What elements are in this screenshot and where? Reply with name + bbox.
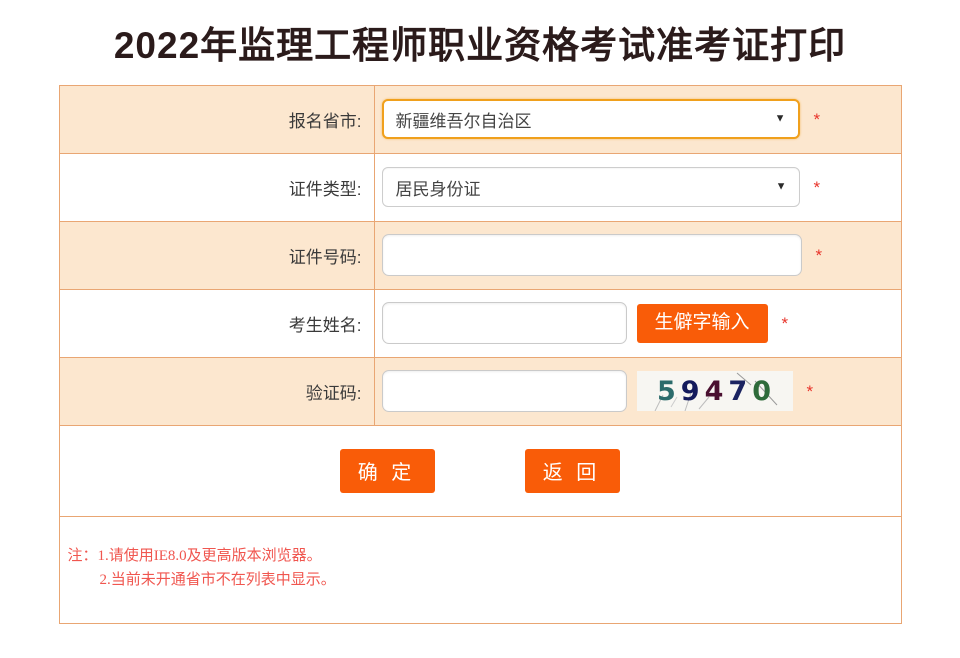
actions-cell: 确 定 返 回 [58, 424, 902, 517]
captcha-digit: 7 [728, 375, 749, 407]
captcha-input[interactable] [381, 370, 627, 413]
note-province-availability: 2.当前未开通省市不在列表中显示。 [99, 571, 336, 588]
label-credential-number: 证件号码: [58, 220, 375, 290]
chevron-down-icon: ▼ [775, 180, 787, 193]
label-candidate-name: 考生姓名: [58, 288, 375, 358]
table-row: 验证码: 5 9 4 7 0 * [58, 356, 902, 426]
table-row: 证件号码: * [58, 220, 902, 290]
field-province: 新疆维吾尔自治区 ▼ * [373, 84, 902, 154]
label-credential-type: 证件类型: [58, 152, 375, 222]
required-asterisk: * [813, 177, 821, 197]
chevron-down-icon: ▼ [774, 112, 786, 125]
province-select-value: 新疆维吾尔自治区 [395, 111, 532, 131]
captcha-digit: 0 [752, 375, 772, 407]
rare-character-input-button[interactable]: 生僻字输入 [636, 303, 768, 343]
field-captcha: 5 9 4 7 0 * [373, 356, 902, 426]
table-row: 证件类型: 居民身份证 ▼ * [58, 152, 902, 222]
back-button[interactable]: 返 回 [525, 448, 620, 493]
registration-form-table: 报名省市: 新疆维吾尔自治区 ▼ * 证件类型: 居民身份证 ▼ * 证件号码:… [58, 84, 902, 624]
table-row-notes: 注：1.请使用IE8.0及更高版本浏览器。 2.当前未开通省市不在列表中显示。 [58, 515, 902, 624]
label-province: 报名省市: [58, 84, 375, 154]
page-title: 2022年监理工程师职业资格考试准考证打印 [113, 25, 847, 66]
required-asterisk: * [815, 245, 823, 265]
captcha-digit: 4 [704, 375, 725, 407]
credential-type-select[interactable]: 居民身份证 ▼ [381, 167, 800, 208]
credential-number-input[interactable] [381, 234, 802, 277]
province-select[interactable]: 新疆维吾尔自治区 ▼ [381, 99, 800, 140]
captcha-image[interactable]: 5 9 4 7 0 [636, 371, 793, 412]
field-candidate-name: 生僻字输入 * [373, 288, 902, 358]
field-credential-number: * [373, 220, 902, 290]
required-asterisk: * [781, 313, 789, 333]
required-asterisk: * [813, 109, 821, 129]
note-browser-requirement: 注：1.请使用IE8.0及更高版本浏览器。 [67, 548, 322, 565]
captcha-digit: 5 [657, 375, 677, 407]
table-row: 考生姓名: 生僻字输入 * [58, 288, 902, 358]
table-row: 报名省市: 新疆维吾尔自治区 ▼ * [58, 84, 902, 154]
required-asterisk: * [806, 381, 814, 401]
field-credential-type: 居民身份证 ▼ * [373, 152, 902, 222]
label-captcha: 验证码: [58, 356, 375, 426]
confirm-button[interactable]: 确 定 [340, 448, 435, 493]
notes-cell: 注：1.请使用IE8.0及更高版本浏览器。 2.当前未开通省市不在列表中显示。 [58, 515, 902, 624]
candidate-name-input[interactable] [381, 302, 627, 345]
table-row-actions: 确 定 返 回 [58, 424, 902, 517]
captcha-digit: 9 [680, 375, 701, 407]
credential-type-select-value: 居民身份证 [395, 179, 481, 199]
